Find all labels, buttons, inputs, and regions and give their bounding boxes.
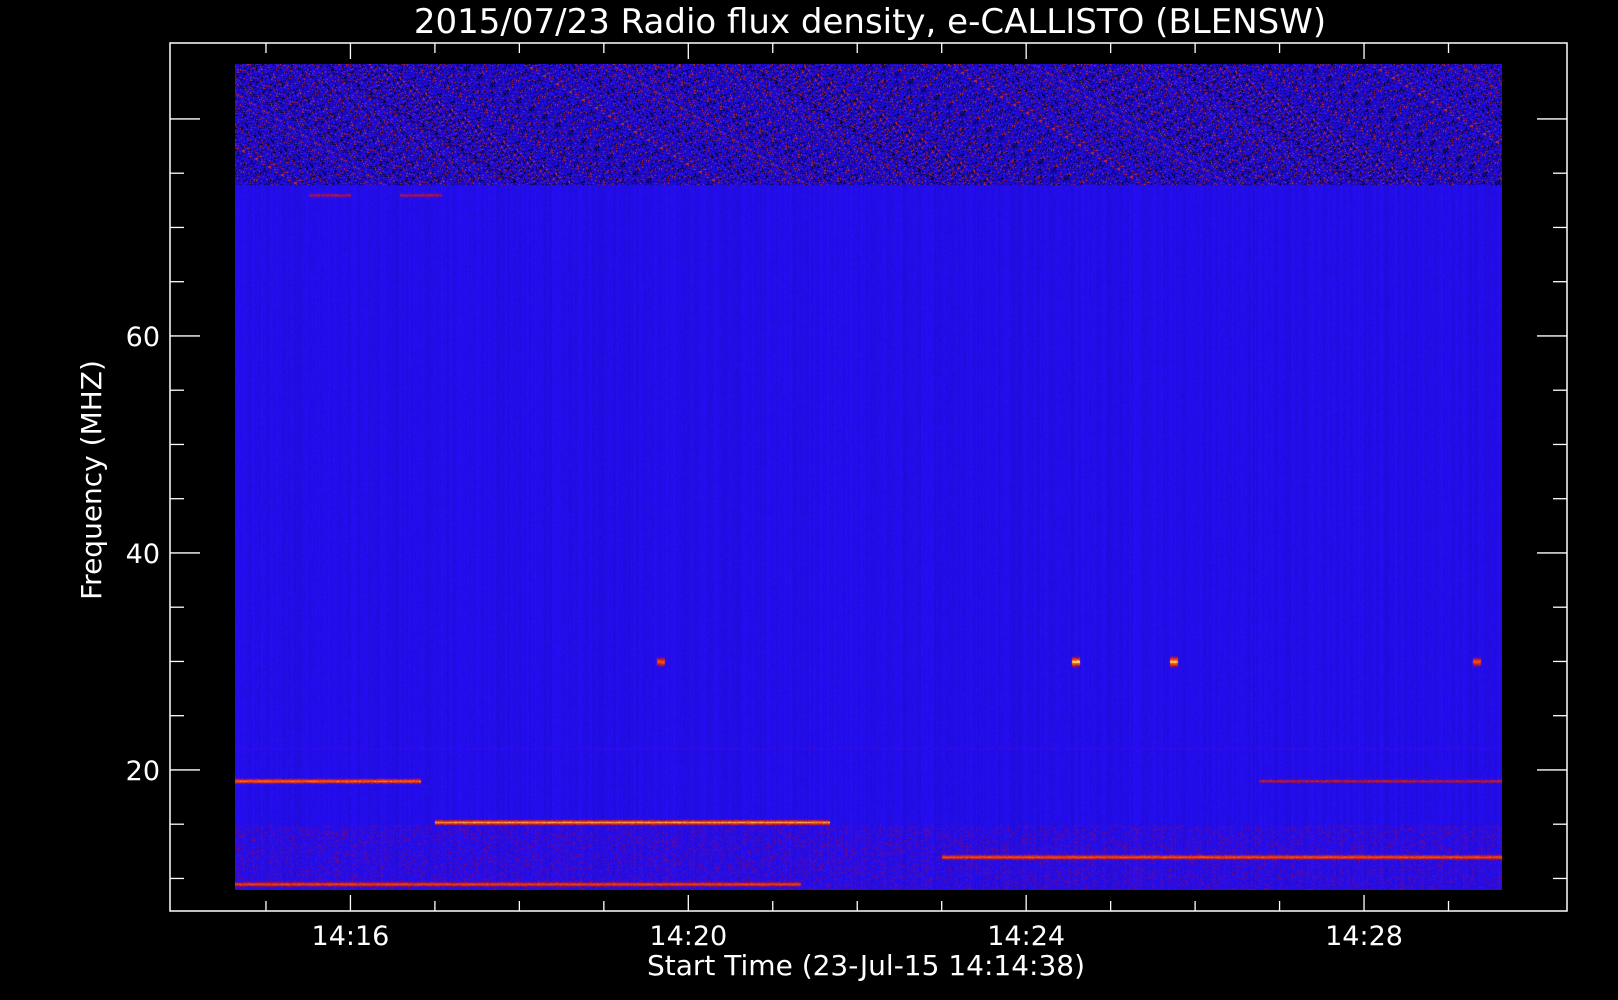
x-tick-label: 14:20 [649, 921, 727, 952]
y-tick-label: 60 [126, 322, 160, 353]
chart-title: 2015/07/23 Radio flux density, e-CALLIST… [414, 2, 1326, 42]
y-axis-label: Frequency (MHZ) [75, 360, 108, 600]
x-tick-label: 14:24 [987, 921, 1065, 952]
spectrogram-chart: 2015/07/23 Radio flux density, e-CALLIST… [0, 0, 1618, 1000]
x-axis-label: Start Time (23-Jul-15 14:14:38) [647, 949, 1085, 982]
heatmap-image [235, 64, 1502, 890]
y-tick-label: 20 [126, 756, 160, 787]
x-tick-label: 14:16 [312, 921, 390, 952]
x-tick-label: 14:28 [1325, 921, 1403, 952]
y-tick-label: 40 [126, 539, 160, 570]
spectrogram-image [235, 64, 1502, 890]
